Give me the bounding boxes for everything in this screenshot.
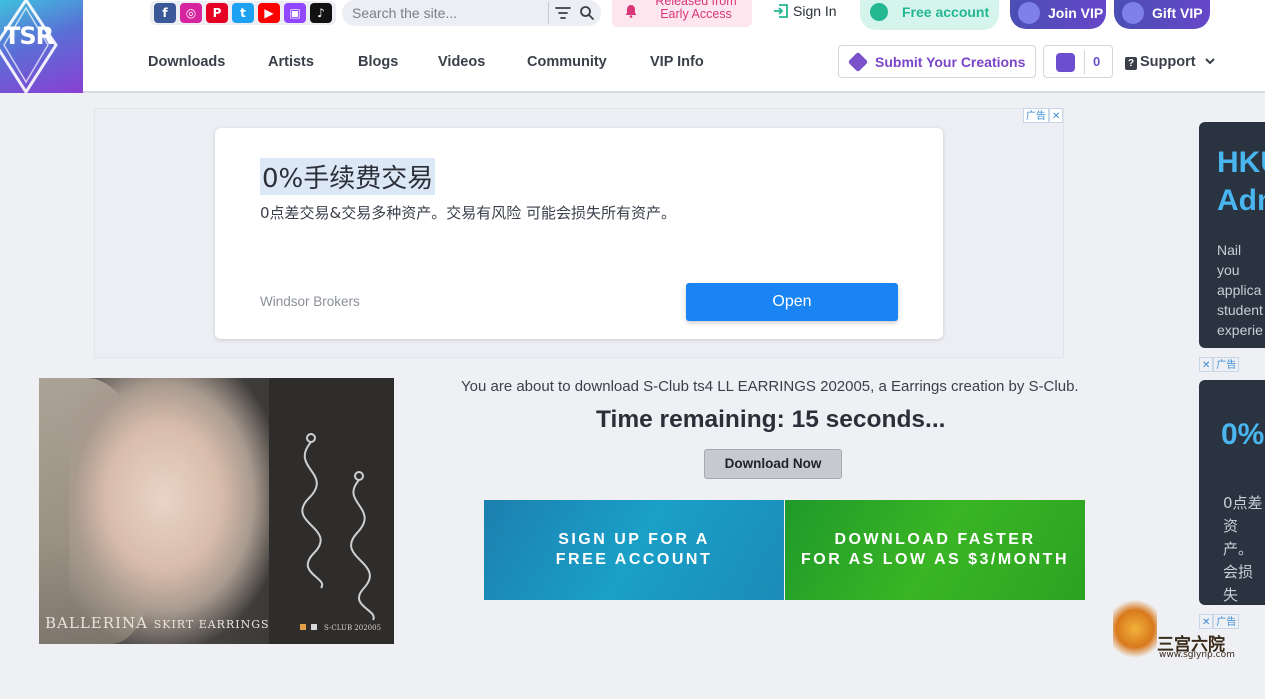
pinterest-icon[interactable]: P <box>206 3 228 23</box>
twitter-icon[interactable]: t <box>232 3 254 23</box>
side-ad-2-line: 会损失 <box>1223 563 1254 604</box>
signup-banner[interactable]: SIGN UP FOR A FREE ACCOUNT <box>484 500 784 600</box>
side-ad-2[interactable]: 0% 0点差 资产。 会损失 <box>1199 380 1265 605</box>
download-now-button[interactable]: Download Now <box>704 449 842 479</box>
preview-title-main: BALLERINA <box>45 614 148 632</box>
vip-banner[interactable]: DOWNLOAD FASTER FOR AS LOW AS $3/MONTH <box>785 500 1085 600</box>
side-ad-1-line: Nail you <box>1217 242 1242 278</box>
gem-icon <box>1122 2 1144 24</box>
youtube-icon[interactable]: ▶ <box>258 3 280 23</box>
early-access-label: Released from Early Access <box>650 0 742 21</box>
side-ad-1-line: student <box>1217 302 1263 318</box>
swatch-silver <box>311 624 317 630</box>
nav-downloads[interactable]: Downloads <box>148 54 225 70</box>
creation-preview-image: BALLERINA SKIRT EARRINGS S-CLUB 202005 <box>39 378 394 644</box>
cart-count: 0 <box>1093 54 1101 69</box>
nav-artists[interactable]: Artists <box>268 54 314 70</box>
preview-panel <box>269 378 394 644</box>
submit-creations-label: Submit Your Creations <box>875 54 1026 70</box>
nav-community[interactable]: Community <box>527 54 607 70</box>
filter-icon[interactable] <box>555 5 571 21</box>
signup-banner-line1: SIGN UP FOR A <box>558 531 710 548</box>
logo-text: TSR <box>4 22 54 50</box>
phoenix-logo-icon <box>1113 600 1157 664</box>
preview-title: BALLERINA SKIRT EARRINGS <box>45 614 270 632</box>
ad-label: 广告 <box>1023 108 1049 123</box>
side-ad-1[interactable]: HKU Adm Nail you applica student experie <box>1199 122 1265 348</box>
earring-illustration-icon <box>301 433 375 621</box>
sign-in-icon <box>774 4 788 18</box>
gift-vip-button[interactable]: Gift VIP <box>1114 0 1210 29</box>
main-nav: Downloads Artists Blogs Videos Community… <box>83 37 1265 91</box>
gem-icon <box>1018 2 1040 24</box>
support-menu[interactable]: ? Support <box>1125 54 1216 70</box>
support-label: Support <box>1140 54 1196 70</box>
gift-vip-label: Gift VIP <box>1152 5 1203 21</box>
site-watermark: 三宫六院 www.sglynp.com <box>1113 600 1243 670</box>
side-ad-2-text: 0点差 资产。 会损失 <box>1223 492 1265 605</box>
join-vip-label: Join VIP <box>1048 5 1104 21</box>
site-header: TSR f◎Pt▶▣♪ Released from Early Access <box>0 0 1265 93</box>
download-timer: Time remaining: 15 seconds... <box>596 406 946 433</box>
help-icon: ? <box>1125 57 1137 70</box>
signup-banner-line2: FREE ACCOUNT <box>555 551 713 568</box>
ad-close-icon[interactable]: ✕ <box>1199 357 1214 372</box>
instagram-icon[interactable]: ◎ <box>180 3 202 23</box>
side-ad-1-line: experie <box>1217 322 1263 338</box>
side-ad-1-title-line1: HKU <box>1217 146 1265 179</box>
cart-divider <box>1084 50 1085 74</box>
vip-banner-line2: FOR AS LOW AS $3/MONTH <box>800 551 1070 568</box>
search-input[interactable] <box>352 4 540 22</box>
side-ad-1-text: Nail you applica student experie <box>1217 240 1265 340</box>
twitch-icon[interactable]: ▣ <box>284 3 306 23</box>
cart-button[interactable]: 0 <box>1043 45 1113 78</box>
ad-label: 广告 <box>1213 357 1240 372</box>
preview-face <box>69 378 279 644</box>
ad-headline: 0%手续费交易 <box>260 158 436 195</box>
side-ad-2-line: 0点差 <box>1223 494 1263 512</box>
early-access-button[interactable]: Released from Early Access <box>612 0 752 27</box>
ad-open-button[interactable]: Open <box>686 283 898 321</box>
side-ad-2-line: 资产。 <box>1223 517 1254 558</box>
chevron-down-icon <box>1204 58 1215 65</box>
basket-icon <box>1056 53 1075 72</box>
search-divider <box>548 2 549 24</box>
nav-videos[interactable]: Videos <box>438 54 485 70</box>
free-account-button[interactable]: Free account <box>860 0 999 30</box>
bell-icon <box>625 5 637 18</box>
ad-card[interactable]: 0%手续费交易 0点差交易&交易多种资产。交易有风险 可能会损失所有资产。 Wi… <box>215 128 943 339</box>
swatch-gold <box>300 624 306 630</box>
ad-choices[interactable]: 广告 ✕ <box>1023 108 1064 123</box>
search-box <box>342 0 601 26</box>
plus-box-icon <box>847 51 869 73</box>
social-links: f ◎ Pt ▶ ▣ ♪ <box>150 1 336 25</box>
ad-description: 0点差交易&交易多种资产。交易有风险 可能会损失所有资产。 <box>260 204 677 222</box>
tiktok-icon[interactable]: ♪ <box>310 3 332 23</box>
watermark-url: www.sglynp.com <box>1159 650 1235 660</box>
top-bar: f◎Pt▶▣♪ Released from Early Access <box>83 0 1265 37</box>
sign-in-label: Sign In <box>793 3 837 19</box>
side-ad-1-title: HKU Adm <box>1217 144 1265 220</box>
side-ad-1-line: applica <box>1217 282 1262 298</box>
preview-subtitle: SKIRT EARRINGS <box>153 618 270 631</box>
facebook-icon[interactable]: f <box>154 3 176 23</box>
nav-blogs[interactable]: Blogs <box>358 54 398 70</box>
early-access-line2: Early Access <box>660 7 732 21</box>
side-ad-2-title: 0% <box>1221 418 1265 451</box>
user-icon <box>870 3 888 21</box>
ad-close-icon[interactable]: ✕ <box>1049 108 1064 123</box>
submit-creations-button[interactable]: Submit Your Creations <box>838 45 1036 78</box>
download-message: You are about to download S-Club ts4 LL … <box>461 378 1079 395</box>
preview-brand: S-CLUB 202005 <box>324 624 382 632</box>
sign-in-link[interactable]: Sign In <box>773 3 837 19</box>
tsr-logo[interactable]: TSR <box>0 0 83 93</box>
join-vip-button[interactable]: Join VIP <box>1010 0 1106 29</box>
search-icon[interactable] <box>579 5 595 21</box>
side-ad-1-tag[interactable]: ✕ 广告 <box>1199 357 1240 372</box>
side-ad-1-title-line2: Adm <box>1217 184 1265 217</box>
nav-vip-info[interactable]: VIP Info <box>650 54 704 70</box>
ad-brand: Windsor Brokers <box>260 294 360 309</box>
free-account-label: Free account <box>902 4 990 20</box>
vip-banner-line1: DOWNLOAD FASTER <box>834 531 1036 548</box>
